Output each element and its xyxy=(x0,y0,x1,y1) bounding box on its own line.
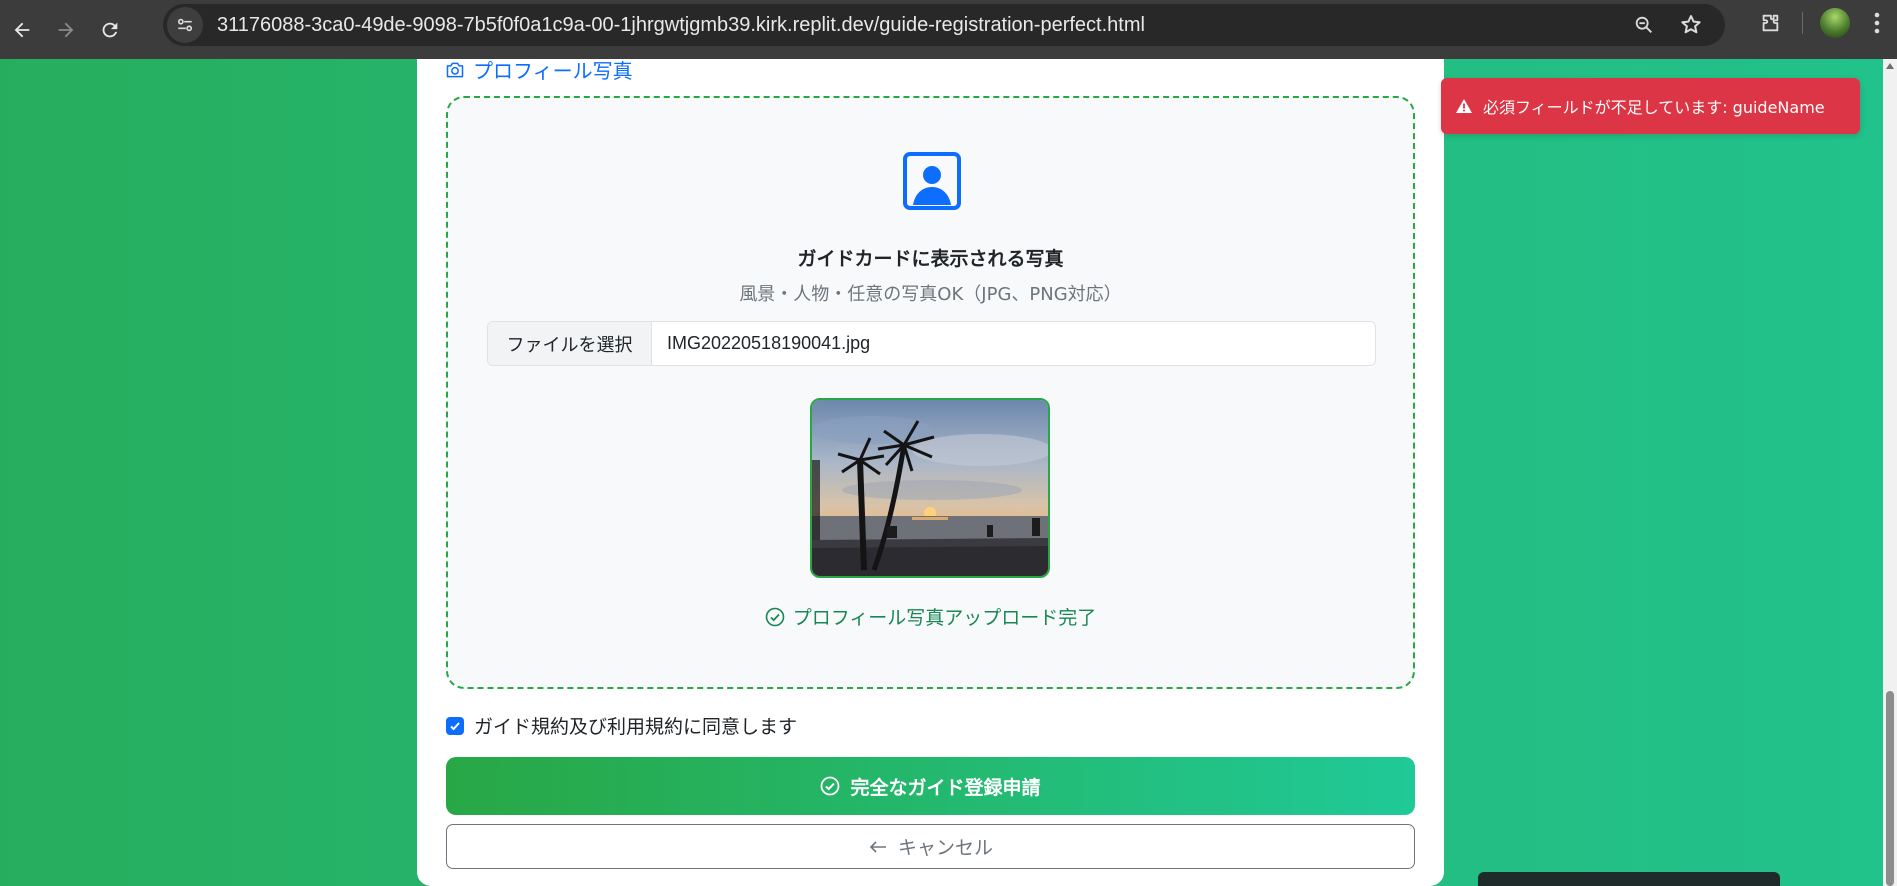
upload-status-text: プロフィール写真アップロード完了 xyxy=(792,607,1097,629)
bookmark-star-icon[interactable] xyxy=(1679,13,1703,37)
photo-upload-area[interactable]: ガイドカードに表示される写真 風景・人物・任意の写真OK（JPG、PNG対応） … xyxy=(446,96,1415,689)
upload-title: ガイドカードに表示される写真 xyxy=(797,248,1064,270)
cancel-button[interactable]: キャンセル xyxy=(446,824,1415,869)
tune-icon xyxy=(177,18,193,32)
extensions-button[interactable] xyxy=(1748,1,1792,45)
floating-widget[interactable] xyxy=(1478,872,1780,886)
submit-label: 完全なガイド登録申請 xyxy=(850,776,1041,799)
sunset-palm-photo xyxy=(812,400,1048,576)
page-scrollbar[interactable] xyxy=(1883,59,1897,886)
menu-button[interactable] xyxy=(1857,1,1897,45)
scroll-thumb[interactable] xyxy=(1886,691,1894,886)
browser-toolbar: 31176088-3ca0-49de-9098-7b5f0f0a1c9a-00-… xyxy=(0,0,1897,59)
profile-photo-section-title: プロフィール写真 xyxy=(445,55,633,84)
back-button[interactable] xyxy=(0,8,44,52)
warning-icon xyxy=(1456,99,1472,113)
puzzle-icon xyxy=(1762,14,1779,32)
more-vert-icon xyxy=(1874,12,1880,34)
person-square-icon xyxy=(903,152,961,210)
toast-message: 必須フィールドが不足しています: guideName xyxy=(1483,98,1825,117)
error-toast: 必須フィールドが不足しています: guideName xyxy=(1441,78,1860,134)
upload-subtitle: 風景・人物・任意の写真OK（JPG、PNG対応） xyxy=(739,284,1122,305)
url-text[interactable]: 31176088-3ca0-49de-9098-7b5f0f0a1c9a-00-… xyxy=(217,14,1145,37)
terms-checkbox[interactable] xyxy=(446,716,464,735)
avatar xyxy=(1820,8,1850,38)
file-input[interactable]: ファイルを選択 IMG20220518190041.jpg xyxy=(487,321,1376,366)
cancel-label: キャンセル xyxy=(897,837,993,859)
scroll-up-icon[interactable] xyxy=(1885,62,1895,72)
forward-button[interactable] xyxy=(44,8,88,52)
site-info-button[interactable] xyxy=(167,7,203,43)
upload-status: プロフィール写真アップロード完了 xyxy=(448,603,1413,630)
zoom-icon[interactable] xyxy=(1633,14,1655,36)
reload-icon xyxy=(102,22,118,37)
photo-preview xyxy=(810,398,1050,578)
toolbar-separator xyxy=(1802,12,1803,34)
profile-avatar-button[interactable] xyxy=(1813,1,1857,45)
submit-registration-button[interactable]: 完全なガイド登録申請 xyxy=(446,757,1415,815)
terms-label[interactable]: ガイド規約及び利用規約に同意します xyxy=(474,712,797,739)
registration-card: プロフィール写真 ガイドカードに表示される写真 風景・人物・任意の写真OK（JP… xyxy=(417,59,1444,886)
arrow-left-icon xyxy=(869,840,886,853)
reload-button[interactable] xyxy=(88,8,132,52)
choose-file-button[interactable]: ファイルを選択 xyxy=(488,322,652,365)
check-icon xyxy=(450,721,460,730)
address-bar[interactable]: 31176088-3ca0-49de-9098-7b5f0f0a1c9a-00-… xyxy=(163,4,1725,46)
section-title-text: プロフィール写真 xyxy=(473,59,633,83)
camera-icon xyxy=(446,62,464,77)
selected-file-name: IMG20220518190041.jpg xyxy=(667,333,871,353)
terms-agreement[interactable]: ガイド規約及び利用規約に同意します xyxy=(446,712,797,739)
check-circle-icon xyxy=(821,776,840,796)
check-circle-icon xyxy=(765,607,784,626)
arrow-left-icon xyxy=(14,22,30,37)
arrow-right-icon xyxy=(58,22,74,37)
